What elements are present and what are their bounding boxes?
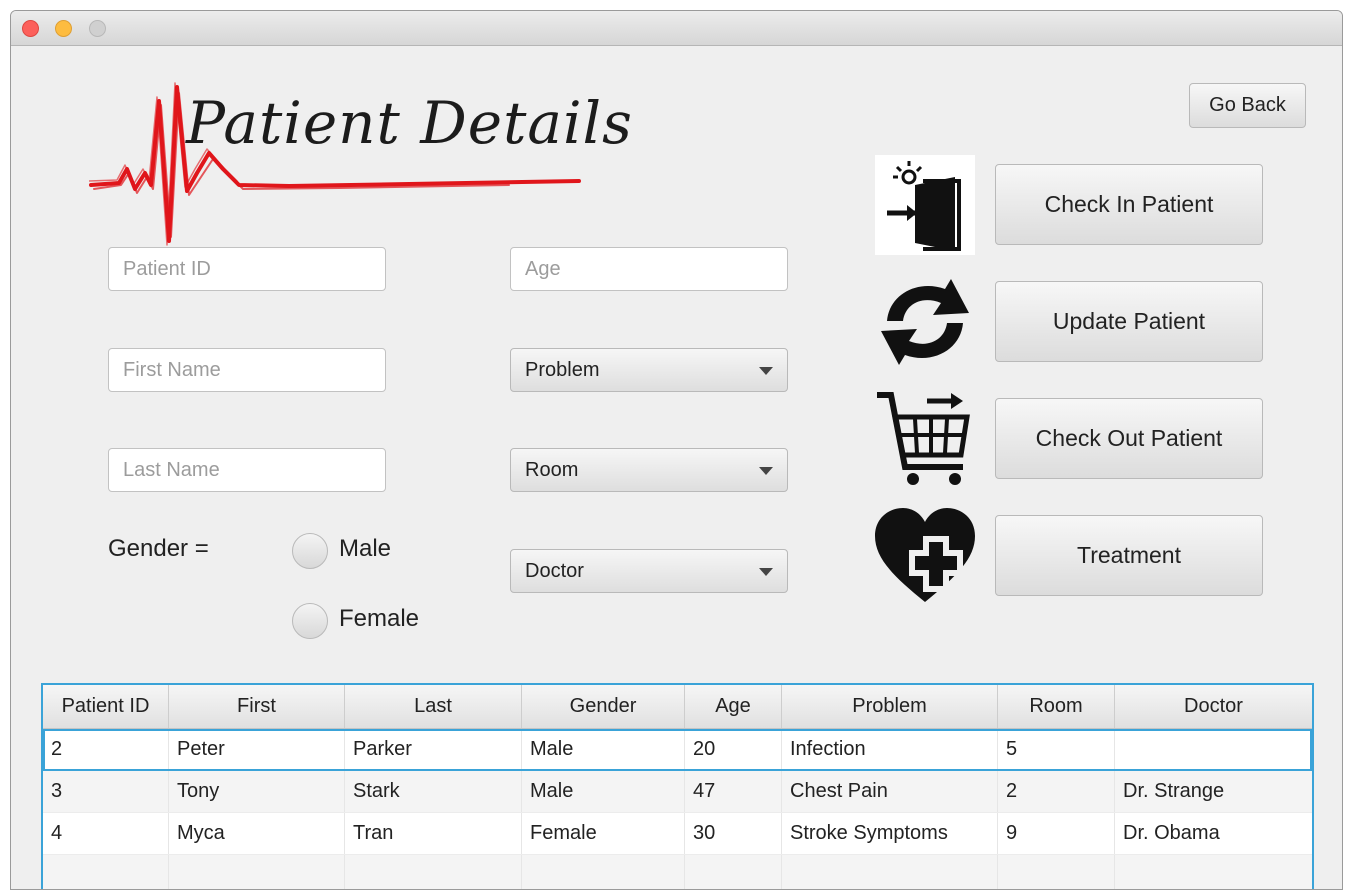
cell-room: 5 xyxy=(998,729,1115,770)
cell-problem: Stroke Symptoms xyxy=(782,813,998,854)
cell-patient-id: 3 xyxy=(43,771,169,812)
cell-last: Tran xyxy=(345,813,522,854)
cell-last: Parker xyxy=(345,729,522,770)
column-header-age[interactable]: Age xyxy=(685,685,782,728)
cell-first: Tony xyxy=(169,771,345,812)
go-back-button[interactable]: Go Back xyxy=(1189,83,1306,128)
cell-empty xyxy=(685,855,782,889)
app-window: Patient Details Go Back Patient ID First… xyxy=(10,10,1343,890)
close-window-button[interactable] xyxy=(22,20,39,37)
column-header-first[interactable]: First xyxy=(169,685,345,728)
chevron-down-icon xyxy=(759,568,773,576)
cell-age: 47 xyxy=(685,771,782,812)
shopping-cart-icon xyxy=(877,392,970,485)
cell-room: 2 xyxy=(998,771,1115,812)
title-bar xyxy=(11,11,1342,46)
update-patient-button[interactable]: Update Patient xyxy=(995,281,1263,362)
table-row[interactable]: 2 Peter Parker Male 20 Infection 5 xyxy=(43,729,1312,771)
gender-female-label[interactable]: Female xyxy=(339,605,419,633)
cell-empty xyxy=(43,855,169,889)
door-enter-icon xyxy=(875,155,975,255)
table-row-empty xyxy=(43,855,1312,889)
cell-problem: Infection xyxy=(782,729,998,770)
cell-patient-id: 4 xyxy=(43,813,169,854)
cell-empty xyxy=(782,855,998,889)
gender-male-label[interactable]: Male xyxy=(339,535,391,563)
cell-empty xyxy=(169,855,345,889)
cell-doctor: Dr. Strange xyxy=(1123,780,1225,802)
cell-first: Myca xyxy=(169,813,345,854)
page-title: Patient Details xyxy=(186,89,633,157)
heart-plus-icon xyxy=(875,508,975,602)
column-header-room[interactable]: Room xyxy=(998,685,1115,728)
table-row[interactable]: 3 Tony Stark Male 47 Chest Pain 2 Dr. St… xyxy=(43,771,1312,813)
column-header-patient-id[interactable]: Patient ID xyxy=(43,685,169,728)
gender-female-radio[interactable] xyxy=(292,603,328,639)
chevron-down-icon xyxy=(759,367,773,375)
cell-empty xyxy=(345,855,522,889)
column-header-problem[interactable]: Problem xyxy=(782,685,998,728)
check-out-patient-button[interactable]: Check Out Patient xyxy=(995,398,1263,479)
cell-empty xyxy=(1115,855,1312,889)
cell-problem: Chest Pain xyxy=(782,771,998,812)
cell-age: 20 xyxy=(685,729,782,770)
patient-id-input[interactable]: Patient ID xyxy=(108,247,386,291)
problem-select[interactable]: Problem xyxy=(510,348,788,392)
cell-empty xyxy=(998,855,1115,889)
cell-age: 30 xyxy=(685,813,782,854)
cell-empty xyxy=(522,855,685,889)
treatment-button[interactable]: Treatment xyxy=(995,515,1263,596)
cell-gender: Male xyxy=(522,729,685,770)
cell-doctor: Dr. Obama xyxy=(1123,822,1220,844)
problem-select-value: Problem xyxy=(525,358,600,381)
age-input[interactable]: Age xyxy=(510,247,788,291)
first-name-input[interactable]: First Name xyxy=(108,348,386,392)
gender-male-radio[interactable] xyxy=(292,533,328,569)
doctor-select-value: Doctor xyxy=(525,559,584,582)
gender-label: Gender = xyxy=(108,535,209,562)
cell-first: Peter xyxy=(169,729,345,770)
cell-patient-id: 2 xyxy=(43,729,169,770)
column-header-gender[interactable]: Gender xyxy=(522,685,685,728)
cell-room: 9 xyxy=(998,813,1115,854)
doctor-select[interactable]: Doctor xyxy=(510,549,788,593)
column-header-last[interactable]: Last xyxy=(345,685,522,728)
cell-gender: Male xyxy=(522,771,685,812)
cell-gender: Female xyxy=(522,813,685,854)
refresh-arrows-icon xyxy=(881,279,969,365)
column-header-doctor[interactable]: Doctor xyxy=(1115,685,1312,728)
check-in-patient-button[interactable]: Check In Patient xyxy=(995,164,1263,245)
cell-last: Stark xyxy=(345,771,522,812)
table-header: Patient ID First Last Gender Age Problem… xyxy=(43,685,1312,729)
patients-table[interactable]: Patient ID First Last Gender Age Problem… xyxy=(41,683,1314,889)
table-row[interactable]: 4 Myca Tran Female 30 Stroke Symptoms 9 … xyxy=(43,813,1312,855)
room-select-value: Room xyxy=(525,458,579,481)
chevron-down-icon xyxy=(759,467,773,475)
room-select[interactable]: Room xyxy=(510,448,788,492)
minimize-window-button[interactable] xyxy=(55,20,72,37)
last-name-input[interactable]: Last Name xyxy=(108,448,386,492)
maximize-window-button[interactable] xyxy=(89,20,106,37)
cell-doctor xyxy=(1115,729,1312,770)
